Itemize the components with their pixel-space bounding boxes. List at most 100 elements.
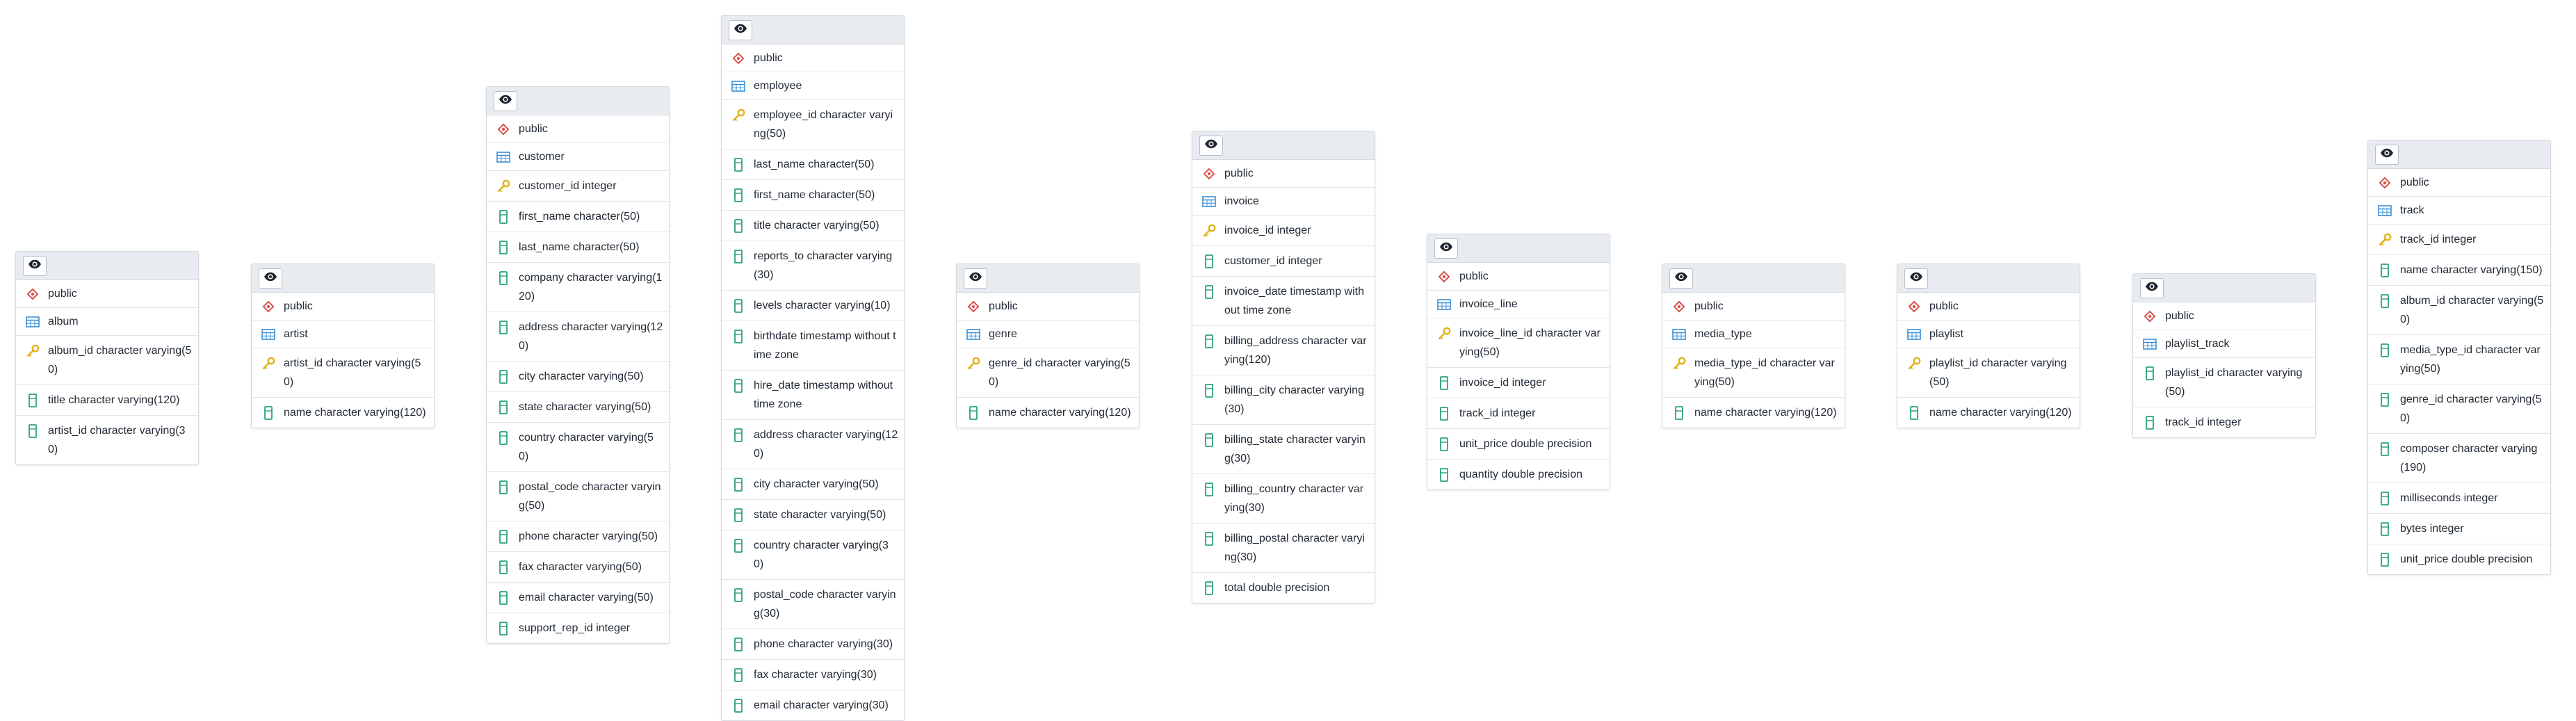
toggle-details-button[interactable] [729,19,752,40]
column-icon [1437,465,1451,484]
column-row: first_name character(50) [722,180,904,211]
column-row: unit_price double precision [2368,544,2550,574]
table-node-invoice_line[interactable]: public invoice_line invoice_line_id charac… [1427,234,1610,490]
table-node-customer[interactable]: public customer customer_id integer first_n… [486,86,670,644]
column-row: track_id integer [1427,398,1610,429]
column-row: fax character varying(50) [487,552,669,583]
column-definition: address character varying(120) [519,321,663,352]
column-row: media_type_id character varying(50) [1662,348,1845,398]
table-name-row: invoice [1192,188,1375,216]
column-icon [731,536,745,555]
column-definition: playlist_id character varying(50) [1929,357,2067,388]
column-icon [1202,480,1216,499]
column-row: country character varying(50) [487,423,669,472]
column-icon [1907,403,1921,422]
column-definition: email character varying(30) [754,699,889,711]
column-icon [2378,439,2392,458]
table-node-playlist_track[interactable]: public playlist_track playlist_id characte… [2132,273,2316,438]
column-icon [496,478,510,496]
column-row: phone character varying(50) [487,521,669,552]
column-row: name character varying(150) [2368,255,2550,286]
column-definition: billing_state character varying(30) [1224,434,1366,464]
column-row: track_id integer [2133,407,2315,437]
table-name-row: customer [487,143,669,171]
toggle-details-button[interactable] [1434,238,1458,259]
column-icon [261,403,275,422]
column-icon [731,327,745,346]
toggle-details-button[interactable] [23,255,47,276]
table-name: artist [284,328,308,340]
toggle-details-button[interactable] [1904,268,1928,289]
column-row: email character varying(30) [722,690,904,720]
column-row: media_type_id character varying(50) [2368,335,2550,384]
table-node-media_type[interactable]: public media_type media_type_id character … [1662,264,1845,428]
table-node-playlist[interactable]: public playlist playlist_id character vary… [1897,264,2080,428]
table-node-track[interactable]: public track track_id integer name characte… [2367,140,2551,575]
column-icon [2143,413,2157,432]
column-definition: customer_id integer [519,180,617,192]
column-icon [1202,282,1216,301]
column-definition: track_id integer [2165,416,2242,428]
table-name: invoice_line [1459,298,1518,310]
schema-icon [261,297,275,316]
toggle-details-button[interactable] [494,90,517,111]
column-definition: hire_date timestamp without time zone [754,380,893,410]
column-row: track_id integer [2368,225,2550,255]
schema-name: public [1929,300,1959,312]
eye-icon [499,95,512,108]
column-icon [1202,529,1216,548]
column-definition: invoice_line_id character varying(50) [1459,327,1601,358]
table-node-header [722,16,904,44]
toggle-details-button[interactable] [2140,277,2164,298]
schema-row: public [957,293,1139,321]
schema-icon [2378,173,2392,192]
table-node-header [1192,131,1375,160]
column-icon [496,558,510,576]
table-node-header [2368,140,2550,169]
column-row: billing_address character varying(120) [1192,326,1375,375]
column-definition: reports_to character varying(30) [754,250,893,281]
column-row: first_name character(50) [487,202,669,232]
column-row: bytes integer [2368,514,2550,544]
table-node-invoice[interactable]: public invoice invoice_id integer customer_… [1192,131,1375,603]
column-definition: unit_price double precision [1459,438,1592,450]
column-row: billing_state character varying(30) [1192,425,1375,474]
schema-row: public [1192,160,1375,188]
table-name-row: track [2368,197,2550,225]
column-definition: first_name character(50) [519,211,640,222]
table-node-album[interactable]: public album album_id character varying(50… [15,251,199,465]
table-node-artist[interactable]: public artist artist_id character varying(… [251,264,435,428]
column-icon [1202,332,1216,350]
table-name: album [48,316,79,327]
column-definition: name character varying(120) [1694,407,1837,419]
table-node-header [2133,274,2315,302]
column-row: total double precision [1192,573,1375,603]
column-row: customer_id integer [1192,246,1375,277]
table-icon [731,76,745,95]
column-definition: total double precision [1224,582,1330,594]
table-node-header [1427,234,1610,263]
table-name: customer [519,151,565,163]
column-icon [496,238,510,257]
table-icon [1672,325,1686,343]
column-definition: phone character varying(50) [519,530,658,542]
column-row: last_name character(50) [722,149,904,180]
table-name-row: invoice_line [1427,291,1610,318]
toggle-details-button[interactable] [964,268,987,289]
schema-row: public [487,115,669,143]
toggle-details-button[interactable] [2375,144,2399,165]
table-node-genre[interactable]: public genre genre_id character varying(50… [956,264,1140,428]
column-icon [731,696,745,715]
table-node-employee[interactable]: public employee employee_id character vary… [721,15,905,721]
column-icon [731,585,745,604]
column-icon [1437,404,1451,423]
toggle-details-button[interactable] [1669,268,1693,289]
column-row: invoice_date timestamp without time zone [1192,277,1375,326]
column-icon [2378,550,2392,569]
eye-icon [264,272,277,285]
toggle-details-button[interactable] [259,268,282,289]
column-row: state character varying(50) [487,392,669,423]
schema-icon [1907,297,1921,316]
column-definition: invoice_date timestamp without time zone [1224,286,1364,316]
toggle-details-button[interactable] [1199,135,1223,156]
